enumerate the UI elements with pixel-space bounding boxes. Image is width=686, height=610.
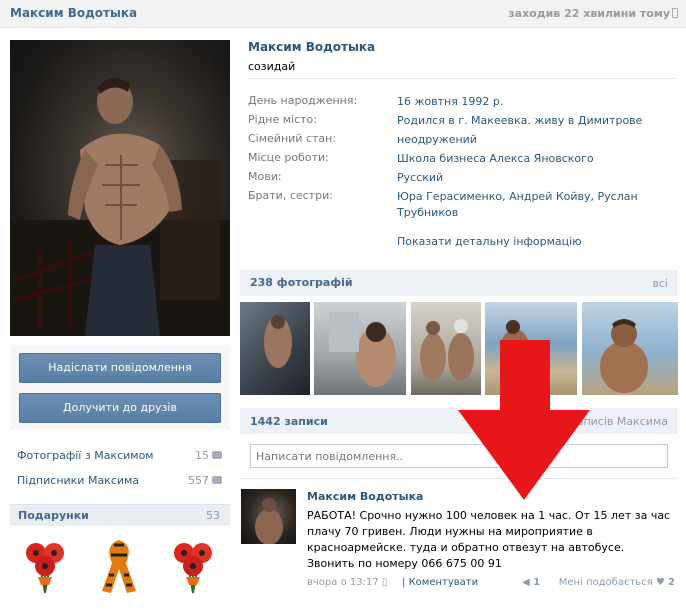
- post-author-name[interactable]: Максим Водотыка: [307, 490, 423, 503]
- post-time[interactable]: вчора о 13:17 ▯: [307, 577, 387, 588]
- info-value[interactable]: Родился в г. Макеевка. живу в Димитрове: [397, 113, 677, 129]
- show-details-link[interactable]: Показати детальну інформацію: [397, 235, 581, 248]
- info-label: Мови:: [248, 170, 282, 183]
- profile-photo[interactable]: [10, 40, 230, 336]
- gifts-header[interactable]: Подарунки 53: [10, 504, 230, 526]
- gifts-count: 53: [206, 509, 220, 522]
- info-label: Брати, сестри:: [248, 189, 333, 202]
- top-bar: Максим Водотыка заходив 22 хвилини тому: [0, 0, 686, 28]
- profile-actions: Надіслати повідомлення Долучити до друзі…: [10, 345, 230, 430]
- gifts-title: Подарунки: [18, 509, 89, 522]
- followers-link[interactable]: Підписники Максима 557: [17, 474, 222, 490]
- info-value[interactable]: Школа бизнеса Алекса Яновского: [397, 151, 677, 167]
- photo-thumbnail[interactable]: [314, 302, 406, 395]
- gift-st-george-ribbon[interactable]: [94, 535, 144, 595]
- divider: [248, 78, 676, 79]
- photo-thumbnail[interactable]: [240, 302, 310, 395]
- post-author-avatar[interactable]: [241, 489, 296, 544]
- info-value[interactable]: Юра Герасименко, Андрей Койву, Руслан Тр…: [397, 189, 677, 221]
- photos-with-label: Фотографії з Максимом: [17, 449, 154, 462]
- people-icon: [212, 476, 222, 484]
- header-profile-name[interactable]: Максим Водотыка: [10, 6, 137, 20]
- mobile-icon: [672, 8, 678, 18]
- red-arrow-annotation: [440, 340, 640, 508]
- profile-name: Максим Водотыка: [248, 40, 376, 54]
- last-seen-status: заходив 22 хвилини тому: [508, 7, 678, 20]
- photos-with-link[interactable]: Фотографії з Максимом 15: [17, 449, 222, 465]
- like-button[interactable]: Мені подобається ♥ 2: [559, 577, 675, 588]
- info-value[interactable]: Русский: [397, 170, 677, 186]
- post-footer: вчора о 13:17 ▯ | Коментувати ◀ 1 Мені п…: [307, 577, 677, 591]
- gift-poppy-bouquet-2[interactable]: [168, 535, 218, 595]
- info-label: Рідне місто:: [248, 113, 317, 126]
- photos-header[interactable]: 238 фотографій всі: [240, 270, 678, 296]
- info-label: День народження:: [248, 94, 358, 107]
- photos-with-count: 15: [195, 449, 209, 462]
- info-label: Місце роботи:: [248, 151, 329, 164]
- post-text: РАБОТА! Срочно нужно 100 человек на 1 ча…: [307, 509, 671, 570]
- gift-poppy-bouquet[interactable]: [20, 535, 70, 595]
- info-value[interactable]: 16 жовтня 1992 р.: [397, 94, 677, 110]
- photos-title: 238 фотографій: [250, 276, 353, 289]
- info-value[interactable]: неодружений: [397, 132, 677, 148]
- send-message-button[interactable]: Надіслати повідомлення: [19, 353, 221, 383]
- megaphone-icon: ◀: [522, 577, 530, 588]
- comment-link[interactable]: | Коментувати: [402, 577, 478, 588]
- camera-icon: [212, 451, 222, 459]
- heart-icon: ♥: [655, 577, 665, 588]
- add-friend-button[interactable]: Долучити до друзів: [19, 393, 221, 423]
- profile-status[interactable]: созидай: [248, 60, 295, 73]
- photos-all-link[interactable]: всі: [652, 277, 668, 290]
- followers-count: 557: [188, 474, 209, 487]
- followers-label: Підписники Максима: [17, 474, 140, 487]
- mobile-icon: ▯: [381, 577, 388, 588]
- share-button[interactable]: ◀ 1: [522, 577, 540, 588]
- info-label: Сімейний стан:: [248, 132, 337, 145]
- wall-title: 1442 записи: [250, 415, 328, 428]
